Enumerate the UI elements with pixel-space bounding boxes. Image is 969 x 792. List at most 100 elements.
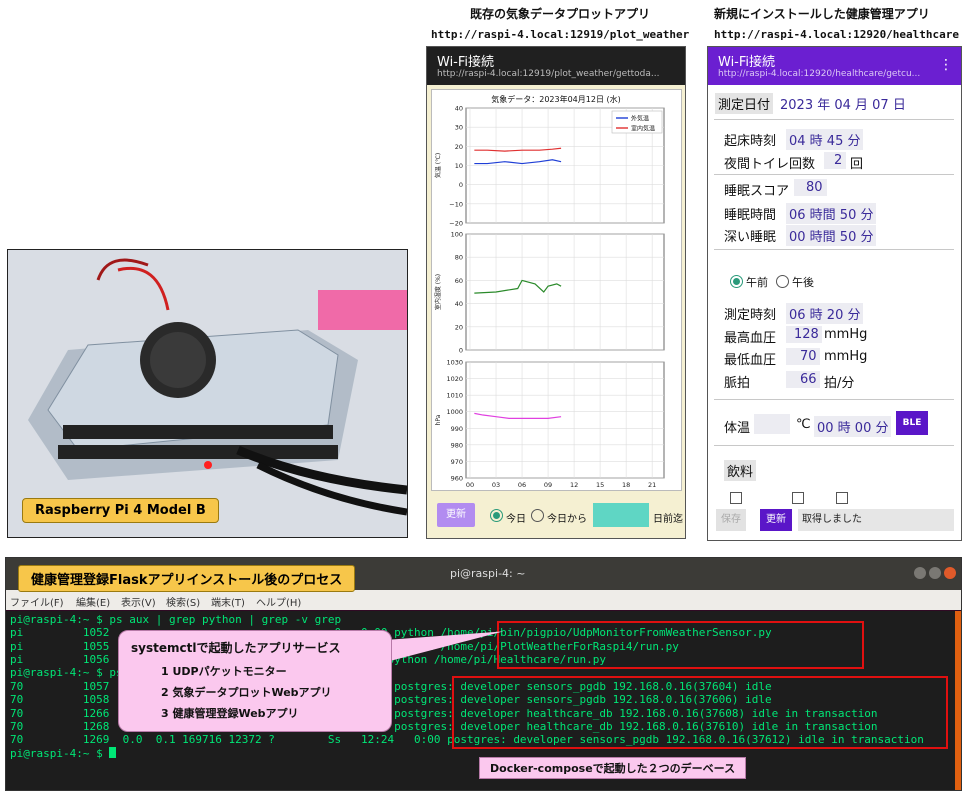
deep-sleep-label: 深い睡眠 xyxy=(724,230,777,245)
menu-search[interactable]: 検索(S) xyxy=(166,594,200,609)
radio-from-today[interactable] xyxy=(531,509,544,522)
save-button[interactable]: 保存 xyxy=(716,509,746,531)
minimize-icon[interactable] xyxy=(914,567,926,579)
maximize-icon[interactable] xyxy=(929,567,941,579)
toilet-unit: 回 xyxy=(850,157,864,172)
y-tick-label: 60 xyxy=(455,277,463,285)
systemctl-callout: systemctlで起動したアプリサービス 1 UDPパケットモニター 2 気象… xyxy=(118,630,392,732)
wake-label: 起床時刻 xyxy=(724,134,777,149)
min-bp-value[interactable]: 70 xyxy=(786,348,820,365)
min-bp-label: 最低血圧 xyxy=(724,353,777,368)
plot-controls: 更新 今日 今日から 日前迄 xyxy=(427,495,685,538)
measure-time-value[interactable]: 06 時 20 分 xyxy=(786,303,864,324)
photo-label: Raspberry Pi 4 Model B xyxy=(22,498,219,523)
weather-plots-svg: 気象データ：2023年04月12日 (水)403020100−10−20気温 (… xyxy=(434,94,665,489)
y-tick-label: 100 xyxy=(451,231,463,239)
sleep-score-value[interactable]: 80 xyxy=(794,179,827,196)
chart-title: 気象データ：2023年04月12日 (水) xyxy=(491,94,621,104)
y-tick-label: −20 xyxy=(449,220,463,228)
x-tick-label: 18 xyxy=(622,481,630,489)
y-tick-label: 1010 xyxy=(446,392,463,400)
drink-checkbox-2[interactable] xyxy=(792,492,804,504)
legend-label: 外気温 xyxy=(631,115,649,123)
hc-app-bar: Wi-Fi接続 http://raspi-4.local:12920/healt… xyxy=(708,47,961,85)
sleep-score-label: 睡眠スコア xyxy=(724,184,790,199)
plot-app-subtitle: http://raspi-4.local:12919/plot_weather/… xyxy=(437,69,660,79)
more-menu-icon[interactable]: ⋮ xyxy=(939,57,953,73)
y-tick-label: 1020 xyxy=(446,375,463,383)
radio-today-label: 今日 xyxy=(506,514,526,525)
x-tick-label: 06 xyxy=(518,481,526,489)
max-bp-unit: mmHg xyxy=(824,327,868,342)
measure-time-label: 測定時刻 xyxy=(724,308,777,323)
date-label: 測定日付 xyxy=(715,93,774,114)
divider xyxy=(714,399,954,400)
radio-pm-label: 午後 xyxy=(792,276,814,289)
y-tick-label: 960 xyxy=(451,475,463,483)
pulse-value[interactable]: 66 xyxy=(786,371,820,388)
date-value[interactable]: 2023 年 04 月 07 日 xyxy=(780,94,906,113)
y-axis-label: hPa xyxy=(435,414,442,425)
y-tick-label: −10 xyxy=(449,200,463,208)
y-tick-label: 40 xyxy=(455,105,463,113)
refresh-button[interactable]: 更新 xyxy=(437,503,475,527)
days-before-select[interactable] xyxy=(593,503,649,527)
max-bp-value[interactable]: 128 xyxy=(786,326,822,343)
docker-db-label: Docker-composeで起動した２つのデーベース xyxy=(479,757,747,779)
menu-file[interactable]: ファイル(F) xyxy=(10,594,64,609)
divider xyxy=(714,445,954,446)
y-tick-label: 80 xyxy=(455,254,463,262)
min-bp-unit: mmHg xyxy=(824,349,868,364)
temp-time-value[interactable]: 00 時 00 分 xyxy=(814,416,892,437)
x-tick-label: 12 xyxy=(570,481,578,489)
y-tick-label: 10 xyxy=(455,162,463,170)
toilet-value[interactable]: 2 xyxy=(824,152,847,169)
ble-button[interactable]: BLE xyxy=(896,411,928,435)
python-process-highlight xyxy=(497,621,864,669)
radio-am[interactable] xyxy=(730,275,743,288)
pulse-unit: 拍/分 xyxy=(824,376,855,391)
terminal-prompt: pi@raspi-4:~ $ xyxy=(10,747,110,760)
sleep-time-label: 睡眠時間 xyxy=(724,208,777,223)
healthcare-phone: Wi-Fi接続 http://raspi-4.local:12920/healt… xyxy=(707,46,962,541)
drink-checkbox-3[interactable] xyxy=(836,492,848,504)
y-tick-label: 1000 xyxy=(446,408,463,416)
terminal-menubar: ファイル(F) 編集(E) 表示(V) 検索(S) 端末(T) ヘルプ(H) xyxy=(6,590,961,610)
plot-app-url: http://raspi-4.local:12919/plot_weather xyxy=(431,28,690,41)
x-tick-label: 21 xyxy=(648,481,656,489)
hc-app-url: http://raspi-4.local:12920/healthcare xyxy=(714,28,960,41)
y-tick-label: 20 xyxy=(455,323,463,331)
radio-today[interactable] xyxy=(490,509,503,522)
hc-app-title: Wi-Fi接続 xyxy=(718,55,776,70)
menu-edit[interactable]: 編集(E) xyxy=(76,594,110,609)
menu-help[interactable]: ヘルプ(H) xyxy=(256,594,301,609)
sleep-time-value[interactable]: 06 時間 50 分 xyxy=(786,203,877,224)
status-field: 取得しました xyxy=(798,509,954,531)
temp-input[interactable] xyxy=(754,414,790,434)
update-button[interactable]: 更新 xyxy=(760,509,792,531)
callout-item-3: 3 健康管理登録Webアプリ xyxy=(161,707,299,720)
terminal-title: pi@raspi-4: ~ xyxy=(450,567,526,580)
callout-title: systemctlで起動したアプリサービス xyxy=(131,641,341,655)
wake-value[interactable]: 04 時 45 分 xyxy=(786,129,864,150)
y-tick-label: 20 xyxy=(455,143,463,151)
x-tick-label: 03 xyxy=(492,481,500,489)
x-tick-label: 09 xyxy=(544,481,552,489)
divider xyxy=(714,174,954,175)
temp-unit: ℃ xyxy=(796,417,811,432)
days-before-label: 日前迄 xyxy=(653,514,683,525)
pulse-label: 脈拍 xyxy=(724,376,751,391)
radio-pm[interactable] xyxy=(776,275,789,288)
deep-sleep-value[interactable]: 00 時間 50 分 xyxy=(786,225,877,246)
y-tick-label: 40 xyxy=(455,300,463,308)
menu-terminal[interactable]: 端末(T) xyxy=(211,594,245,609)
drink-label: 飲料 xyxy=(724,460,757,481)
y-tick-label: 980 xyxy=(451,441,463,449)
plot-app-title: Wi-Fi接続 xyxy=(437,55,495,70)
drink-checkbox-1[interactable] xyxy=(730,492,742,504)
terminal-scrollbar[interactable] xyxy=(955,611,961,790)
y-tick-label: 1030 xyxy=(446,359,463,367)
plot-weather-phone: Wi-Fi接続 http://raspi-4.local:12919/plot_… xyxy=(426,46,686,539)
menu-view[interactable]: 表示(V) xyxy=(121,594,156,609)
close-icon[interactable] xyxy=(944,567,956,579)
